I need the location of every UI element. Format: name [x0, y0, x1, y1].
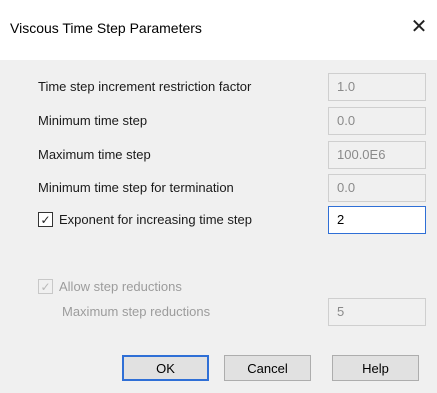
- field-row-min-time-step: Minimum time step 0.0: [0, 107, 437, 135]
- check-icon: ✓: [40, 279, 51, 294]
- ok-button[interactable]: OK: [122, 355, 209, 381]
- allow-reductions-label: Allow step reductions: [59, 279, 182, 294]
- cancel-button[interactable]: Cancel: [224, 355, 311, 381]
- close-icon[interactable]: ✕: [407, 14, 431, 38]
- min-time-step-field: 0.0: [328, 107, 426, 135]
- dialog-title: Viscous Time Step Parameters: [10, 20, 202, 36]
- field-row-max-time-step: Maximum time step 100.0E6: [0, 141, 437, 169]
- help-button[interactable]: Help: [332, 355, 419, 381]
- exponent-checkbox[interactable]: ✓: [38, 212, 53, 227]
- field-row-exponent: ✓ Exponent for increasing time step 2: [0, 206, 437, 234]
- field-row-min-termination: Minimum time step for termination 0.0: [0, 174, 437, 202]
- min-termination-field: 0.0: [328, 174, 426, 202]
- max-reductions-field: 5: [328, 298, 426, 326]
- exponent-label[interactable]: Exponent for increasing time step: [59, 212, 252, 227]
- field-row-increment-factor: Time step increment restriction factor 1…: [0, 73, 437, 101]
- title-bar: Viscous Time Step Parameters ✕: [0, 0, 437, 60]
- allow-reductions-checkbox[interactable]: ✓: [38, 279, 53, 294]
- min-termination-label: Minimum time step for termination: [38, 180, 234, 195]
- max-time-step-label: Maximum time step: [38, 147, 151, 162]
- max-reductions-row: Maximum step reductions 5: [0, 298, 437, 326]
- increment-factor-label: Time step increment restriction factor: [38, 79, 252, 94]
- dialog-content: Time step increment restriction factor 1…: [0, 60, 437, 393]
- min-time-step-label: Minimum time step: [38, 113, 148, 128]
- max-time-step-field: 100.0E6: [328, 141, 426, 169]
- check-icon: ✓: [40, 212, 51, 227]
- increment-factor-field: 1.0: [328, 73, 426, 101]
- allow-reductions-row: ✓ Allow step reductions: [0, 273, 437, 301]
- dialog-window: Viscous Time Step Parameters ✕ Time step…: [0, 0, 437, 393]
- exponent-input[interactable]: 2: [328, 206, 426, 234]
- max-reductions-label: Maximum step reductions: [62, 304, 211, 319]
